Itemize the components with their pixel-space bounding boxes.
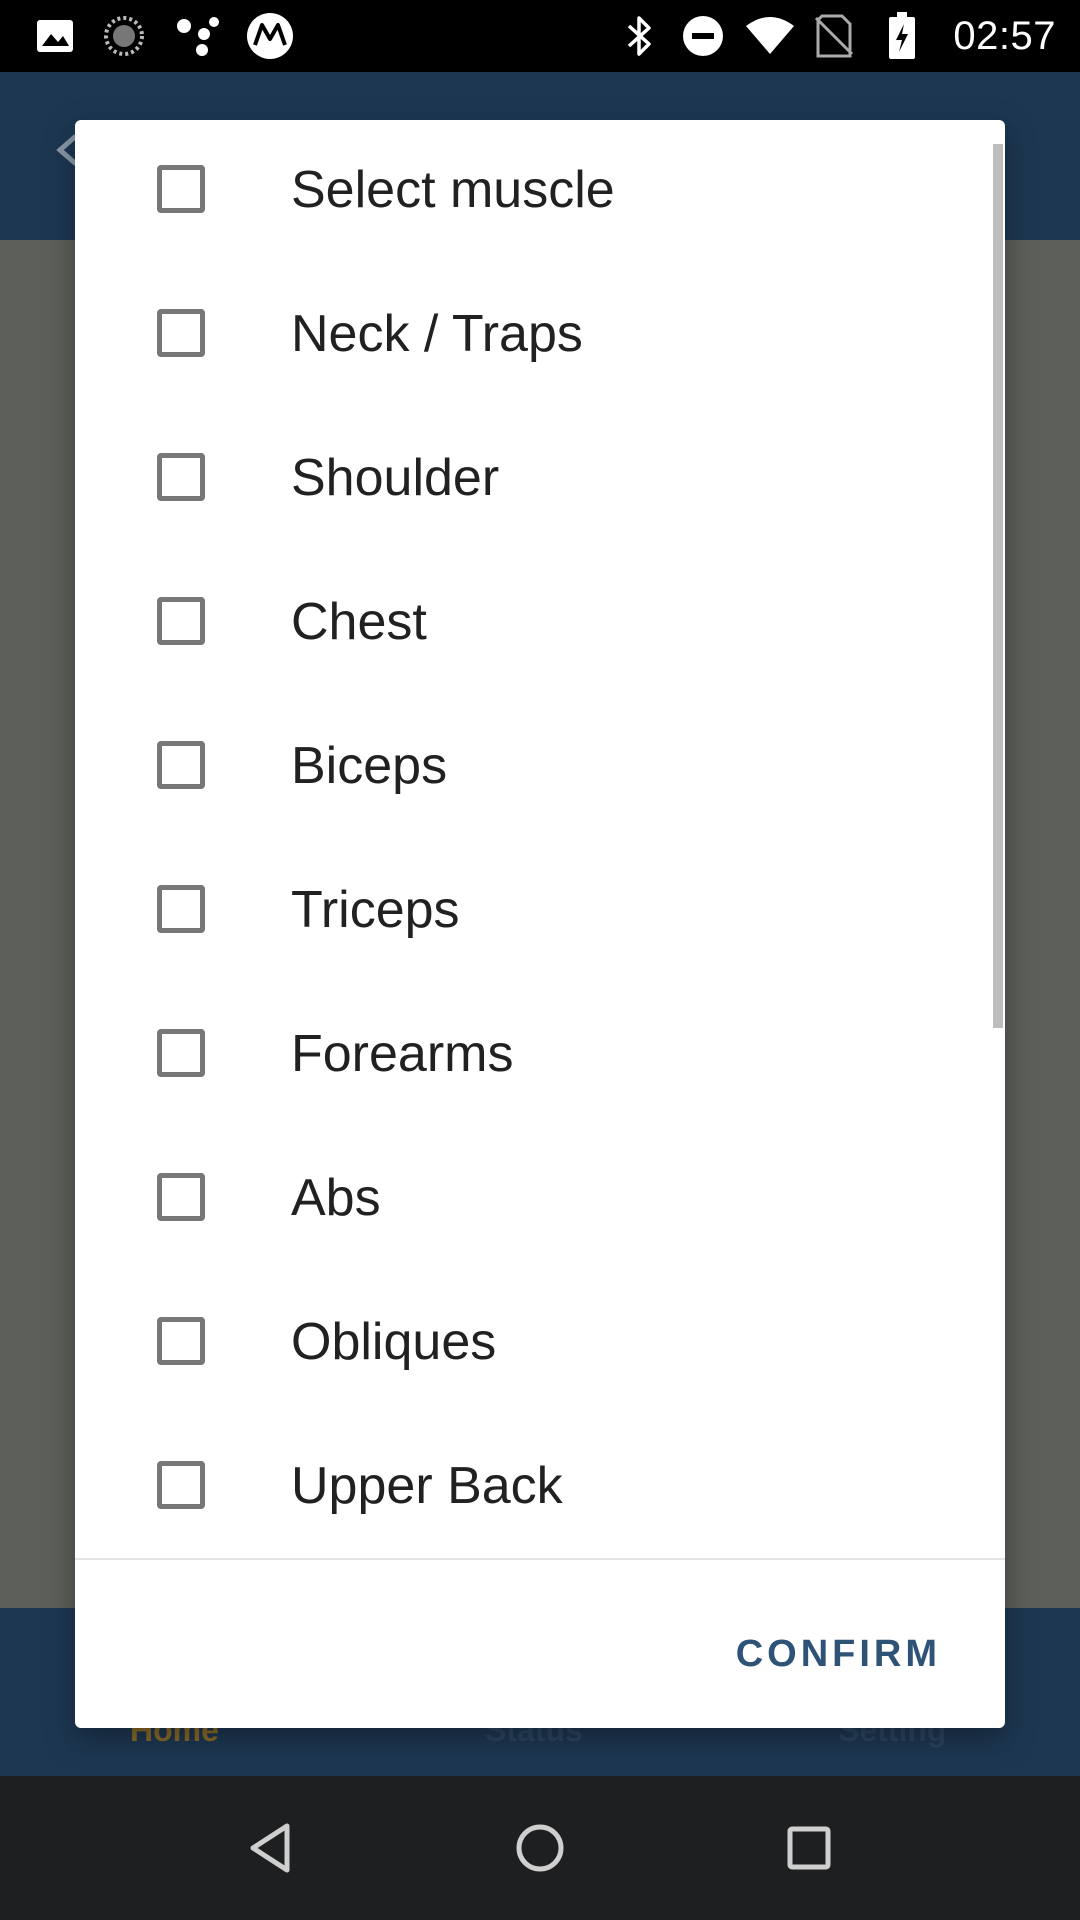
checkbox[interactable]	[157, 309, 205, 357]
checkbox[interactable]	[157, 1029, 205, 1077]
status-bar: 02:57	[0, 0, 1080, 72]
status-time: 02:57	[953, 14, 1056, 58]
option-label: Triceps	[291, 881, 460, 939]
checkbox[interactable]	[157, 1173, 205, 1221]
assistant-dots-icon	[174, 14, 222, 58]
muscle-option[interactable]: Upper Back	[75, 1416, 1005, 1558]
gallery-icon	[34, 14, 76, 58]
wifi-icon	[744, 14, 796, 58]
checkbox[interactable]	[157, 1317, 205, 1365]
muscle-option[interactable]: Neck / Traps	[75, 264, 1005, 408]
checkbox[interactable]	[157, 453, 205, 501]
sync-icon	[102, 14, 146, 58]
checkbox[interactable]	[157, 165, 205, 213]
muscle-option[interactable]: Triceps	[75, 840, 1005, 984]
do-not-disturb-icon	[680, 14, 726, 58]
option-label: Upper Back	[291, 1457, 563, 1515]
battery-charging-icon	[886, 12, 918, 59]
muscle-option[interactable]: Biceps	[75, 696, 1005, 840]
no-sim-icon	[812, 14, 856, 58]
option-label: Select muscle	[291, 161, 615, 219]
muscle-option[interactable]: Obliques	[75, 1272, 1005, 1416]
option-label: Neck / Traps	[291, 305, 583, 363]
muscle-option[interactable]: Chest	[75, 552, 1005, 696]
checkbox[interactable]	[157, 885, 205, 933]
checkbox[interactable]	[157, 741, 205, 789]
checkbox[interactable]	[157, 597, 205, 645]
muscle-option[interactable]: Select muscle	[75, 120, 1005, 264]
option-label: Shoulder	[291, 449, 500, 507]
muscle-select-dialog: Select muscle Neck / Traps Shoulder Chest Bi…	[75, 120, 1005, 1728]
motorola-icon	[244, 13, 296, 59]
bluetooth-icon	[622, 14, 658, 58]
option-label: Abs	[291, 1169, 381, 1227]
muscle-option[interactable]: Abs	[75, 1128, 1005, 1272]
screen: 02:57 Home Status Setting Select muscle N…	[0, 0, 1080, 1920]
muscle-option[interactable]: Forearms	[75, 984, 1005, 1128]
confirm-button[interactable]: CONFIRM	[728, 1606, 949, 1702]
option-label: Chest	[291, 593, 427, 651]
muscle-option-list[interactable]: Select muscle Neck / Traps Shoulder Chest Bi…	[75, 120, 1005, 1558]
muscle-option[interactable]: Shoulder	[75, 408, 1005, 552]
checkbox[interactable]	[157, 1461, 205, 1509]
option-label: Forearms	[291, 1025, 514, 1083]
dialog-divider	[75, 1558, 1005, 1560]
back-triangle-icon[interactable]	[234, 1812, 306, 1884]
scrollbar[interactable]	[993, 144, 1003, 1028]
recents-square-icon[interactable]	[773, 1812, 845, 1884]
option-label: Obliques	[291, 1313, 497, 1371]
home-circle-icon[interactable]	[504, 1812, 576, 1884]
option-label: Biceps	[291, 737, 448, 795]
